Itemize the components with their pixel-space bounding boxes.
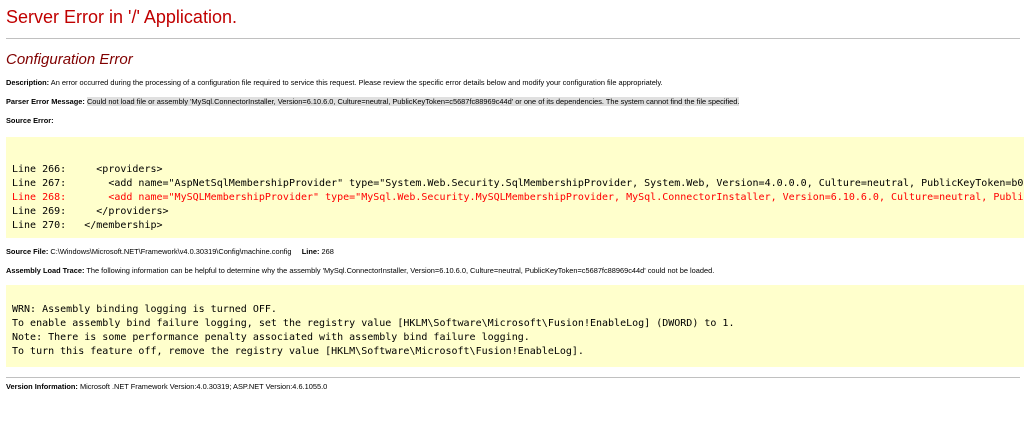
source-line-label: Line: [301,247,320,256]
trace-line: To turn this feature off, remove the reg… [12,346,584,357]
trace-line: WRN: Assembly binding logging is turned … [12,304,277,315]
source-error-label: Source Error: [6,116,54,125]
trace-code-block: WRN: Assembly binding logging is turned … [6,285,1024,367]
source-line-error: Line 268: <add name="MySQLMembershipProv… [12,192,1024,203]
version-info: Version Information: Microsoft .NET Fram… [6,382,1024,392]
trace-text: The following information can be helpful… [86,266,715,275]
error-title: Configuration Error [6,51,133,68]
source-line: Line 266: <providers> [12,164,163,175]
source-line-value: 268 [321,247,334,256]
footer-divider [6,377,1020,378]
source-line: Line 267: <add name="AspNetSqlMembership… [12,178,1024,189]
trace-line: To enable assembly bind failure logging,… [12,318,735,329]
trace-label: Assembly Load Trace: [6,266,85,275]
version-label: Version Information: [6,382,78,391]
description-text: An error occurred during the processing … [50,78,663,87]
trace-line: Note: There is some performance penalty … [12,332,530,343]
source-file-path: C:\Windows\Microsoft.NET\Framework\v4.0.… [50,247,292,256]
source-line: Line 269: </providers> [12,206,169,217]
description-label: Description: [6,78,50,87]
parser-error-text: Could not load file or assembly 'MySql.C… [86,97,740,106]
error-page: Server Error in '/' Application. Configu… [0,0,1024,445]
source-code-block: Line 266: <providers> Line 267: <add name… [6,137,1024,238]
description: Description: An error occurred during th… [6,78,1024,88]
source-error: Source Error: [6,116,1024,126]
source-file: Source File: C:\Windows\Microsoft.NET\Fr… [6,247,1024,257]
page-title: Server Error in '/' Application. [6,7,237,27]
title-divider [6,38,1020,39]
assembly-load-trace: Assembly Load Trace: The following infor… [6,266,1024,276]
source-file-label: Source File: [6,247,49,256]
source-line: Line 270: </membership> [12,220,163,231]
version-text: Microsoft .NET Framework Version:4.0.303… [79,382,328,391]
parser-error: Parser Error Message: Could not load fil… [6,97,1024,107]
parser-error-label: Parser Error Message: [6,97,85,106]
